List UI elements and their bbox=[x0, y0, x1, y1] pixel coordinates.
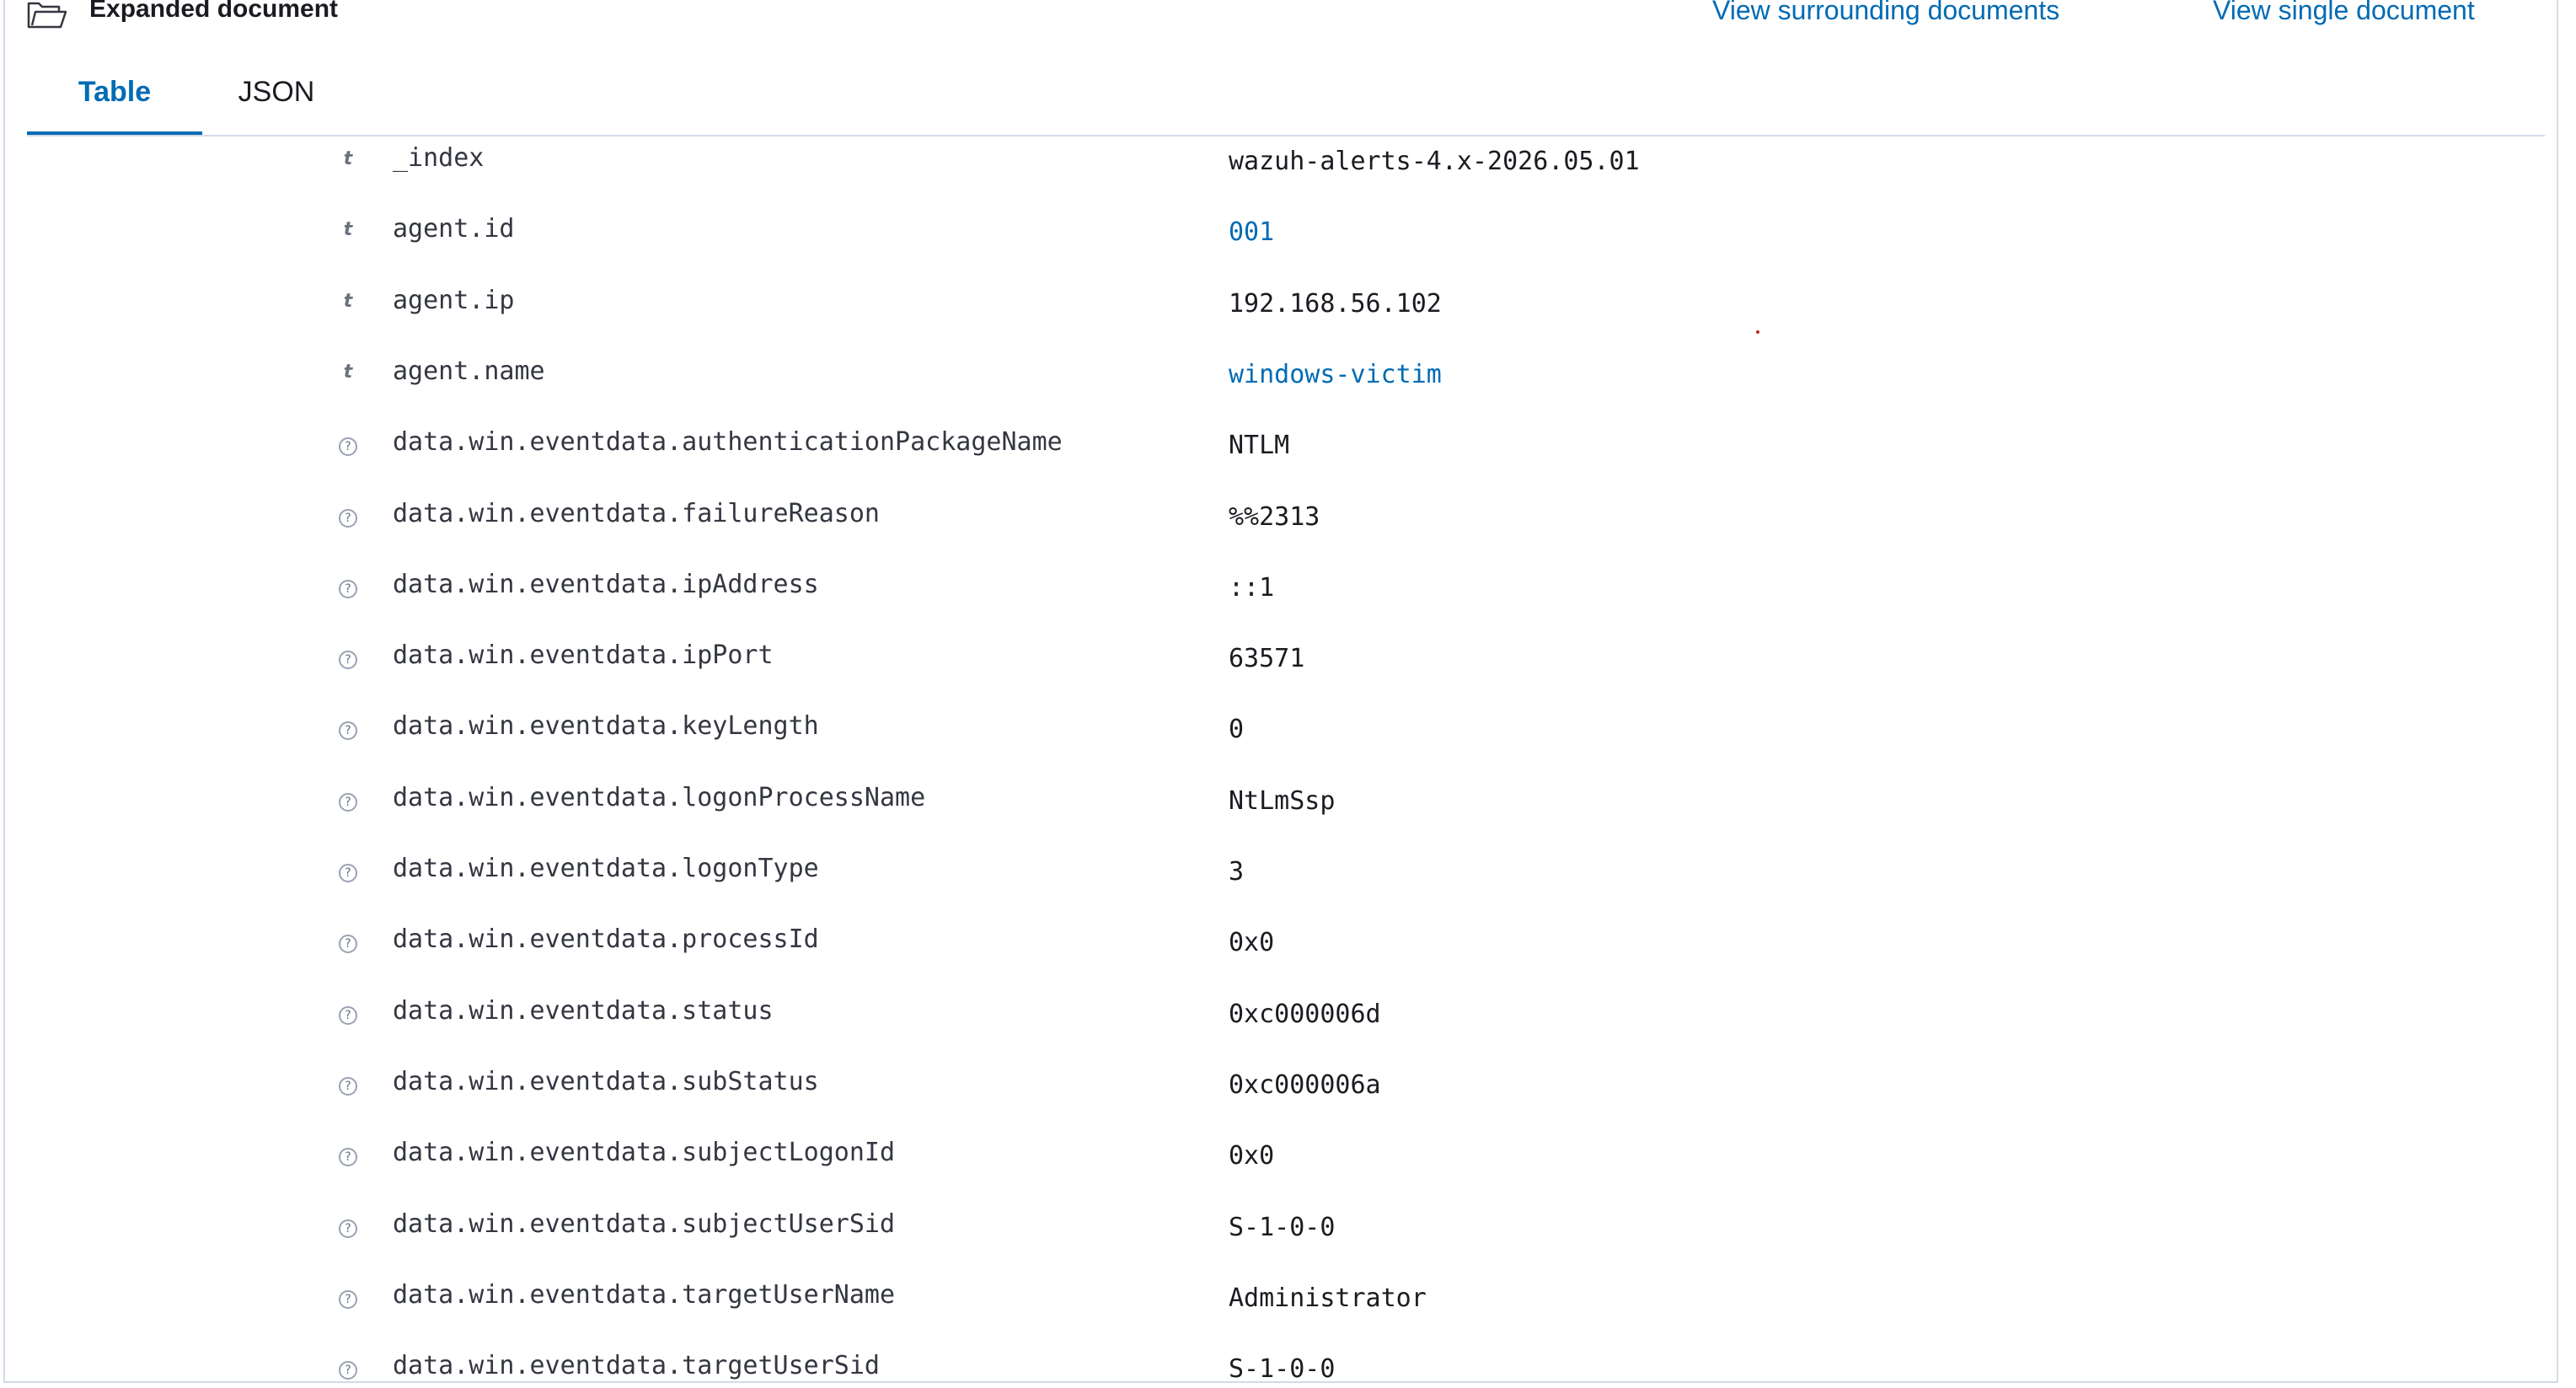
table-row: ? data.win.eventdata.processId 0x0 bbox=[5, 924, 2557, 995]
table-row: t _index wazuh-alerts-4.x-2026.05.01 bbox=[5, 143, 2557, 214]
field-name: data.win.eventdata.subStatus bbox=[393, 1067, 819, 1096]
field-name: data.win.eventdata.subjectUserSid bbox=[393, 1209, 896, 1239]
table-row: ? data.win.eventdata.ipPort 63571 bbox=[5, 640, 2557, 711]
field-name: data.win.eventdata.authenticationPackage… bbox=[393, 427, 1063, 457]
unknown-type-icon: ? bbox=[339, 1361, 357, 1380]
unknown-type-icon: ? bbox=[339, 864, 357, 882]
table-row: ? data.win.eventdata.status 0xc000006d bbox=[5, 996, 2557, 1067]
field-value: 0 bbox=[1229, 715, 1245, 744]
table-row: ? data.win.eventdata.logonType 3 bbox=[5, 854, 2557, 924]
field-value: 3 bbox=[1229, 857, 1245, 887]
table-row: ? data.win.eventdata.targetUserSid S-1-0-0 bbox=[5, 1351, 2557, 1388]
table-row: t agent.id 001 bbox=[5, 214, 2557, 285]
field-value: 63571 bbox=[1229, 644, 1305, 673]
field-name: data.win.eventdata.ipPort bbox=[393, 640, 774, 670]
unknown-type-icon: ? bbox=[339, 1077, 357, 1096]
field-name: data.win.eventdata.failureReason bbox=[393, 499, 880, 528]
field-value: S-1-0-0 bbox=[1229, 1354, 1336, 1384]
stray-dot bbox=[1756, 330, 1759, 334]
field-value: S-1-0-0 bbox=[1229, 1213, 1336, 1242]
string-type-icon: t bbox=[343, 148, 353, 169]
unknown-type-icon: ? bbox=[339, 721, 357, 740]
field-value: NtLmSsp bbox=[1229, 786, 1336, 816]
table-row: ? data.win.eventdata.targetUserName Admini… bbox=[5, 1280, 2557, 1351]
view-surrounding-documents-link[interactable]: View surrounding documents bbox=[1712, 0, 2059, 26]
field-value-link[interactable]: 001 bbox=[1229, 217, 1274, 247]
unknown-type-icon: ? bbox=[339, 793, 357, 812]
table-row: t agent.name windows-victim bbox=[5, 356, 2557, 427]
string-type-icon: t bbox=[343, 291, 353, 312]
expanded-document-header: Expanded document View surrounding docum… bbox=[5, 0, 2557, 34]
field-value: Administrator bbox=[1229, 1283, 1427, 1313]
table-row: ? data.win.eventdata.failureReason %%2313 bbox=[5, 499, 2557, 570]
unknown-type-icon: ? bbox=[339, 509, 357, 528]
string-type-icon: t bbox=[343, 362, 353, 383]
table-row: ? data.win.eventdata.logonProcessName NtLm… bbox=[5, 783, 2557, 854]
field-value: %%2313 bbox=[1229, 502, 1320, 532]
field-value: 0x0 bbox=[1229, 928, 1275, 957]
table-row: ? data.win.eventdata.subjectUserSid S-1-0-… bbox=[5, 1209, 2557, 1280]
table-row: ? data.win.eventdata.subjectLogonId 0x0 bbox=[5, 1138, 2557, 1208]
table-row: t agent.ip 192.168.56.102 bbox=[5, 286, 2557, 356]
field-name: agent.id bbox=[393, 214, 515, 244]
field-name: _index bbox=[393, 143, 485, 173]
field-name: data.win.eventdata.logonType bbox=[393, 854, 819, 883]
table-row: ? data.win.eventdata.ipAddress::1 bbox=[5, 570, 2557, 640]
table-row: ? data.win.eventdata.keyLength 0 bbox=[5, 711, 2557, 782]
field-value: wazuh-alerts-4.x-2026.05.01 bbox=[1229, 147, 1640, 176]
unknown-type-icon: ? bbox=[339, 580, 357, 598]
unknown-type-icon: ? bbox=[339, 1290, 357, 1309]
field-name: data.win.eventdata.keyLength bbox=[393, 711, 819, 741]
field-value: NTLM bbox=[1229, 431, 1290, 460]
tab-table[interactable]: Table bbox=[27, 54, 202, 135]
document-view-tabs: Table JSON bbox=[27, 54, 2545, 137]
field-name: data.win.eventdata.processId bbox=[393, 924, 819, 954]
unknown-type-icon: ? bbox=[339, 1006, 357, 1025]
field-name: data.win.eventdata.ipAddress bbox=[393, 570, 819, 599]
folder-open-icon bbox=[27, 2, 67, 29]
field-value-link[interactable]: windows-victim bbox=[1229, 360, 1442, 389]
field-value: 0xc000006d bbox=[1229, 999, 1381, 1029]
table-row: ? data.win.eventdata.authenticationPackag… bbox=[5, 427, 2557, 498]
string-type-icon: t bbox=[343, 219, 353, 240]
view-single-document-link[interactable]: View single document bbox=[2213, 0, 2475, 26]
unknown-type-icon: ? bbox=[339, 1219, 357, 1238]
field-value: 192.168.56.102 bbox=[1229, 289, 1442, 319]
field-name: data.win.eventdata.targetUserName bbox=[393, 1280, 896, 1310]
field-name: agent.ip bbox=[393, 286, 515, 315]
field-value: ::1 bbox=[1229, 573, 1275, 603]
field-name: data.win.eventdata.subjectLogonId bbox=[393, 1138, 896, 1167]
unknown-type-icon: ? bbox=[339, 1148, 357, 1166]
unknown-type-icon: ? bbox=[339, 437, 357, 456]
field-name: data.win.eventdata.status bbox=[393, 996, 774, 1026]
table-row: ? data.win.eventdata.subStatus 0xc000006a bbox=[5, 1067, 2557, 1138]
field-name: agent.name bbox=[393, 356, 545, 386]
expanded-document-title: Expanded document bbox=[89, 0, 339, 23]
expanded-document-panel: Expanded document View surrounding docum… bbox=[3, 0, 2558, 1384]
unknown-type-icon: ? bbox=[339, 651, 357, 669]
field-name: data.win.eventdata.logonProcessName bbox=[393, 783, 926, 812]
field-value: 0x0 bbox=[1229, 1141, 1275, 1171]
unknown-type-icon: ? bbox=[339, 935, 357, 953]
tab-json[interactable]: JSON bbox=[226, 54, 327, 133]
field-name: data.win.eventdata.targetUserSid bbox=[393, 1351, 880, 1380]
field-value: 0xc000006a bbox=[1229, 1070, 1381, 1100]
